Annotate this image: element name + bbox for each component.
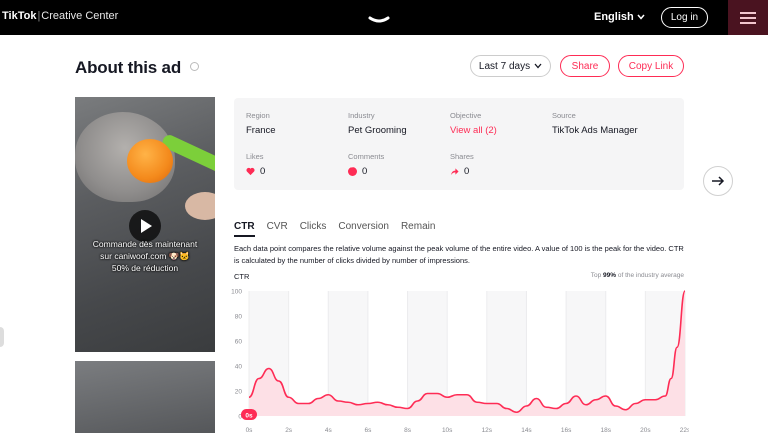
- login-button[interactable]: Log in: [661, 7, 708, 28]
- source-value: TikTok Ads Manager: [552, 125, 638, 136]
- ctr-area-fill: [249, 291, 685, 416]
- caption-line: Commande dès maintenant: [92, 239, 198, 249]
- industry-label: Industry: [348, 111, 375, 120]
- grid-band: [486, 291, 527, 416]
- comments-stat: 0: [348, 164, 368, 177]
- copy-link-button[interactable]: Copy Link: [618, 55, 684, 77]
- x-tick-label: 22s: [680, 427, 689, 434]
- tab-cvr[interactable]: CVR: [267, 221, 288, 237]
- arrow-right-icon: [712, 176, 725, 186]
- region-label: Region: [246, 111, 270, 120]
- tab-clicks[interactable]: Clicks: [300, 221, 327, 237]
- caption-line: sur caniwoof.com 🐶🐱: [100, 251, 190, 261]
- ctr-series-line: [248, 290, 686, 414]
- x-tick-label: 10s: [442, 427, 453, 434]
- date-range-dropdown[interactable]: Last 7 days: [470, 55, 551, 77]
- scroll-handle[interactable]: [0, 327, 4, 347]
- chevron-down-icon: [637, 14, 645, 20]
- heart-icon: [246, 167, 255, 176]
- shares-stat: 0: [450, 166, 469, 177]
- tab-conversion[interactable]: Conversion: [338, 221, 389, 237]
- x-tick-label: 4s: [325, 427, 333, 434]
- caption-line: 50% de réduction: [111, 263, 179, 273]
- y-tick-label: 80: [235, 314, 243, 321]
- y-tick-label: 20: [235, 389, 243, 396]
- tab-ctr[interactable]: CTR: [234, 221, 255, 237]
- likes-value: 0: [260, 166, 266, 177]
- info-icon[interactable]: [190, 62, 199, 71]
- tab-remain[interactable]: Remain: [401, 221, 435, 237]
- video-caption: Commande dès maintenant sur caniwoof.com…: [75, 238, 215, 274]
- share-arrow-icon: [450, 168, 459, 176]
- hamburger-menu-icon[interactable]: [728, 0, 768, 35]
- tiktok-logo[interactable]: TikTok|Creative Center: [2, 10, 118, 22]
- x-tick-label: 8s: [404, 427, 412, 434]
- x-tick-label: 14s: [521, 427, 532, 434]
- next-arrow-button[interactable]: [703, 166, 733, 196]
- metric-tabs: CTR CVR Clicks Conversion Remain: [234, 221, 447, 237]
- source-label: Source: [552, 111, 576, 120]
- comments-value: 0: [362, 166, 368, 177]
- language-selector[interactable]: English: [594, 11, 645, 23]
- note-suffix: of the industry average: [616, 272, 684, 279]
- chart-y-title: CTR: [234, 272, 250, 281]
- language-label: English: [594, 11, 634, 23]
- comment-icon: [348, 164, 357, 176]
- x-tick-label: 16s: [561, 427, 572, 434]
- top-navigation-bar: TikTok|Creative Center English Log in: [0, 0, 768, 35]
- note-percent: 99%: [603, 272, 617, 279]
- x-tick-label: 18s: [600, 427, 611, 434]
- ad-stats-panel: Region France Industry Pet Grooming Obje…: [234, 98, 684, 190]
- ctr-area-chart[interactable]: 0204060801000s 2s 4s 6s 8s 10s 12s 14s 16s 18s 20s…: [229, 283, 689, 438]
- expand-chevron-icon[interactable]: [368, 15, 390, 25]
- grid-band: [328, 291, 368, 416]
- page-title: About this ad: [75, 58, 181, 77]
- objective-view-all-link[interactable]: View all (2): [450, 125, 497, 136]
- date-range-label: Last 7 days: [478, 60, 531, 72]
- x-tick-label: 6s: [364, 427, 372, 434]
- shares-value: 0: [464, 166, 470, 177]
- logo-text: TikTok: [2, 10, 37, 22]
- x-tick-label: 12s: [482, 427, 493, 434]
- chevron-down-icon: [534, 63, 542, 69]
- industry-comparison-note: Top 99% of the industry average: [534, 272, 684, 279]
- logo-subtitle: Creative Center: [41, 10, 119, 22]
- chart-description: Each data point compares the relative vo…: [234, 244, 684, 265]
- playhead-label: 0s: [245, 413, 253, 420]
- region-value: France: [246, 125, 276, 136]
- y-tick-label: 40: [235, 364, 243, 371]
- likes-label: Likes: [246, 152, 264, 161]
- share-button[interactable]: Share: [560, 55, 610, 77]
- likes-stat: 0: [246, 166, 265, 177]
- shares-label: Shares: [450, 152, 474, 161]
- industry-value: Pet Grooming: [348, 125, 407, 136]
- comments-label: Comments: [348, 152, 385, 161]
- x-tick-label: 2s: [285, 427, 293, 434]
- ad-video-thumbnail[interactable]: [75, 361, 215, 433]
- y-tick-label: 60: [235, 339, 243, 346]
- note-prefix: Top: [590, 272, 604, 279]
- x-tick-label: 20s: [640, 427, 651, 434]
- hand-image: [185, 192, 215, 220]
- toy-ball-image: [127, 139, 173, 183]
- objective-label: Objective: [450, 111, 482, 120]
- x-tick-label: 0s: [246, 427, 254, 434]
- y-tick-label: 100: [231, 289, 242, 296]
